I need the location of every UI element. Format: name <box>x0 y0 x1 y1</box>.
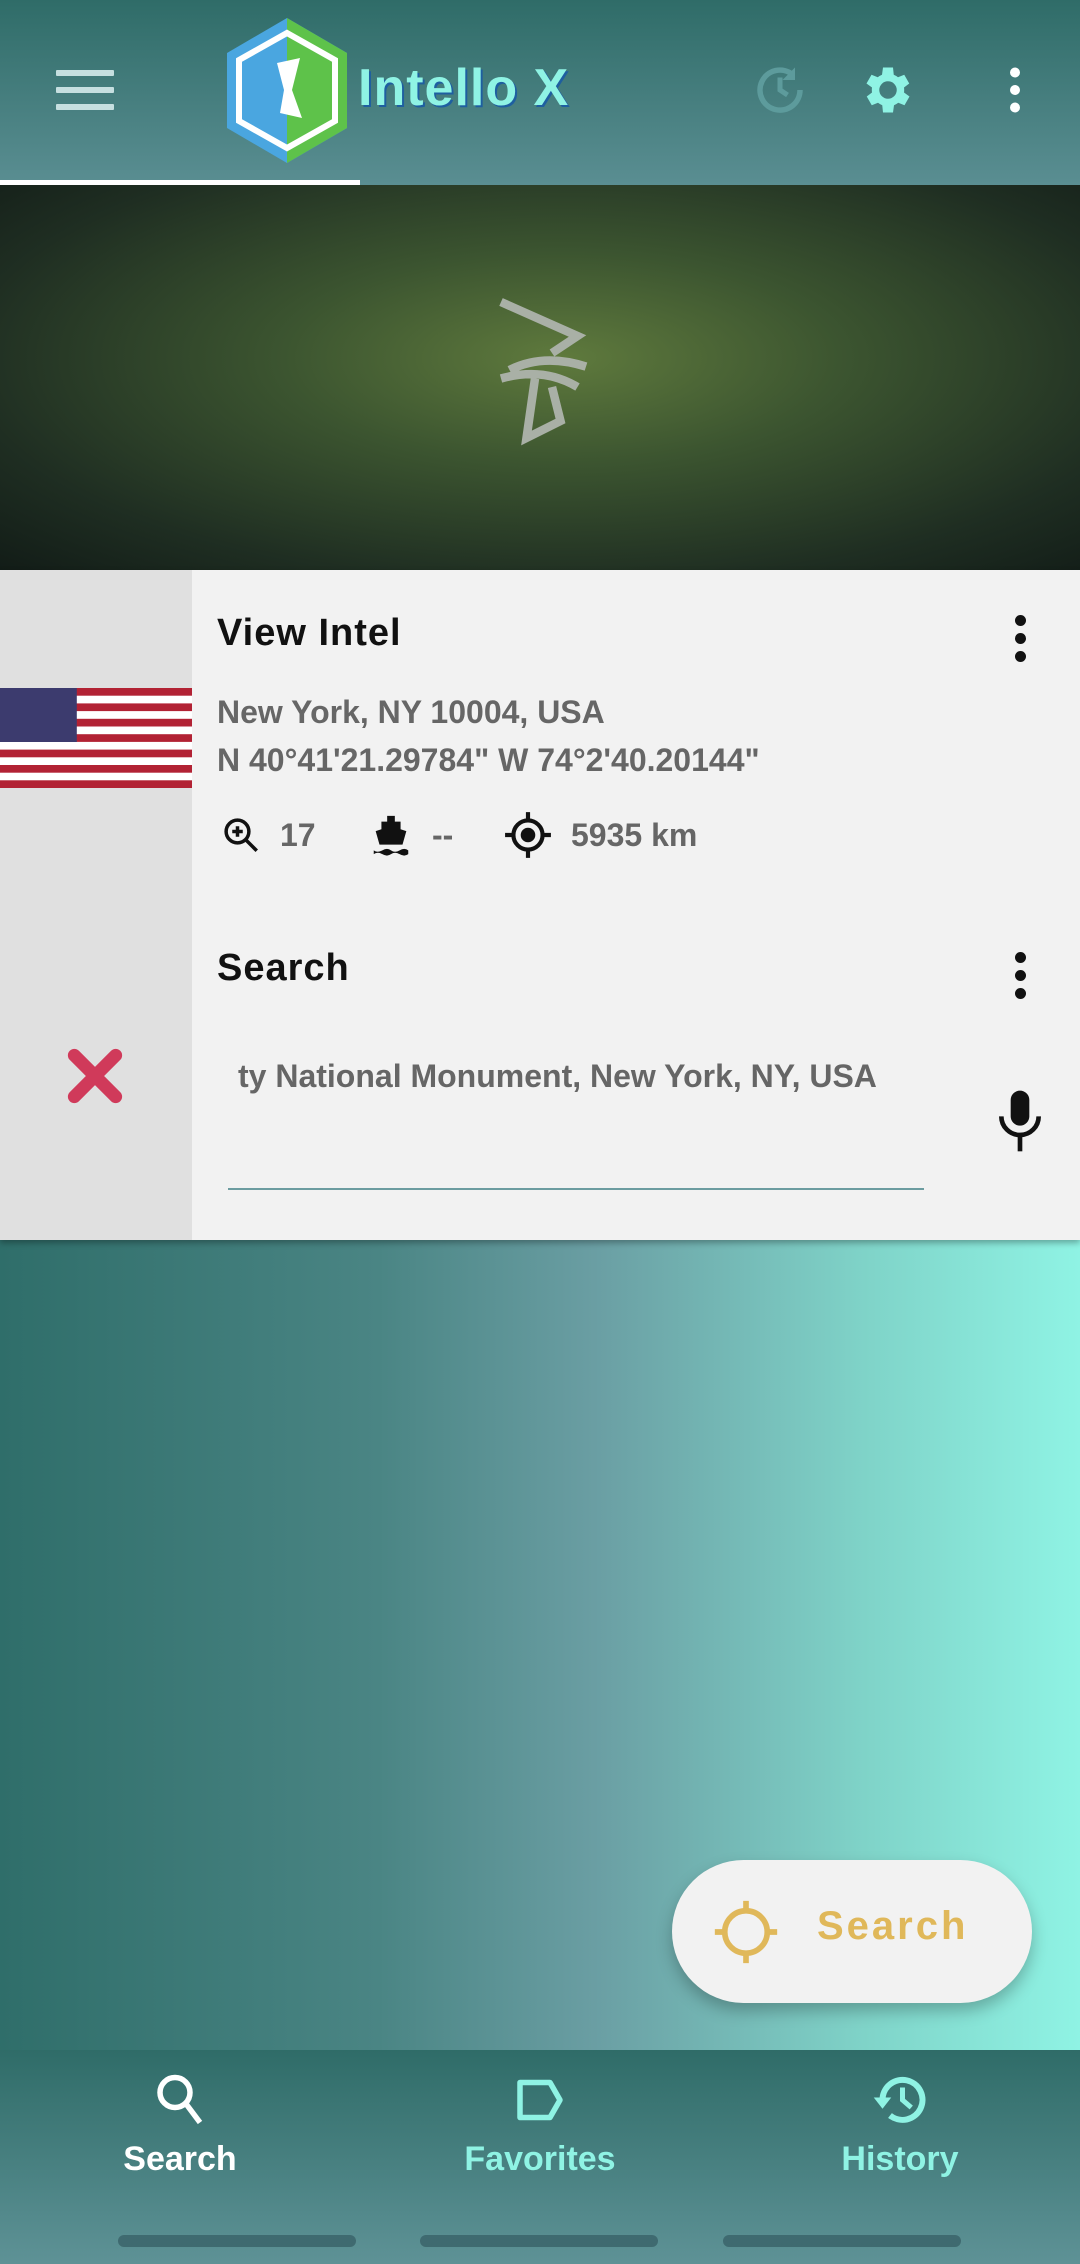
intel-more-icon[interactable] <box>1005 615 1035 675</box>
bottom-navigation: Search Favorites History <box>0 2050 1080 2264</box>
search-fab-button[interactable]: Search <box>672 1860 1032 2003</box>
search-icon <box>157 2074 203 2125</box>
microphone-icon[interactable] <box>992 1088 1048 1154</box>
location-target-icon <box>714 1900 778 1964</box>
zoom-in-icon <box>224 818 258 852</box>
view-intel-title: View Intel <box>217 612 402 654</box>
settings-icon[interactable] <box>858 60 918 120</box>
distance-stat: 5935 km <box>503 810 697 860</box>
history-refresh-icon[interactable] <box>750 60 810 120</box>
enlightened-logo-icon <box>499 298 588 446</box>
more-vert-icon[interactable] <box>985 60 1045 120</box>
label-tag-icon <box>517 2079 563 2121</box>
ship-value: -- <box>432 816 454 853</box>
tab-search-label: Search <box>123 2140 237 2178</box>
clear-icon[interactable] <box>64 1045 126 1107</box>
banner-image <box>0 185 1080 570</box>
address-text: New York, NY 10004, USA <box>217 694 605 730</box>
app-logo-icon <box>227 18 347 163</box>
tab-history-label: History <box>841 2140 959 2178</box>
search-more-icon[interactable] <box>1005 952 1035 1012</box>
tab-search[interactable]: Search <box>60 2070 300 2210</box>
history-icon <box>873 2076 926 2123</box>
nav-indicator-pill <box>118 2235 356 2247</box>
zoom-value: 17 <box>280 816 316 853</box>
coordinates-text: N 40°41'21.29784" W 74°2'40.20144" <box>217 742 760 778</box>
ship-stat: -- <box>368 810 453 860</box>
intel-card: View Intel New York, NY 10004, USA N 40°… <box>0 570 1080 1240</box>
search-title: Search <box>217 947 350 989</box>
gps-fixed-icon <box>505 812 551 858</box>
tab-favorites[interactable]: Favorites <box>420 2070 660 2210</box>
us-flag-icon <box>0 688 192 788</box>
app-title: Intello X <box>358 59 570 117</box>
card-side-column <box>0 570 192 1240</box>
nav-indicator-pill <box>420 2235 658 2247</box>
search-fab-label: Search <box>817 1904 969 1948</box>
tab-favorites-label: Favorites <box>464 2140 616 2178</box>
zoom-stat: 17 <box>220 810 316 860</box>
menu-icon[interactable] <box>56 70 114 110</box>
search-input[interactable]: ty National Monument, New York, NY, USA <box>228 1050 924 1190</box>
nav-indicator-pill <box>723 2235 961 2247</box>
tab-history[interactable]: History <box>780 2070 1020 2210</box>
search-input-value: ty National Monument, New York, NY, USA <box>238 1058 877 1094</box>
ship-icon <box>373 815 409 856</box>
distance-value: 5935 km <box>571 816 698 853</box>
app-header: Intello X <box>0 0 1080 185</box>
